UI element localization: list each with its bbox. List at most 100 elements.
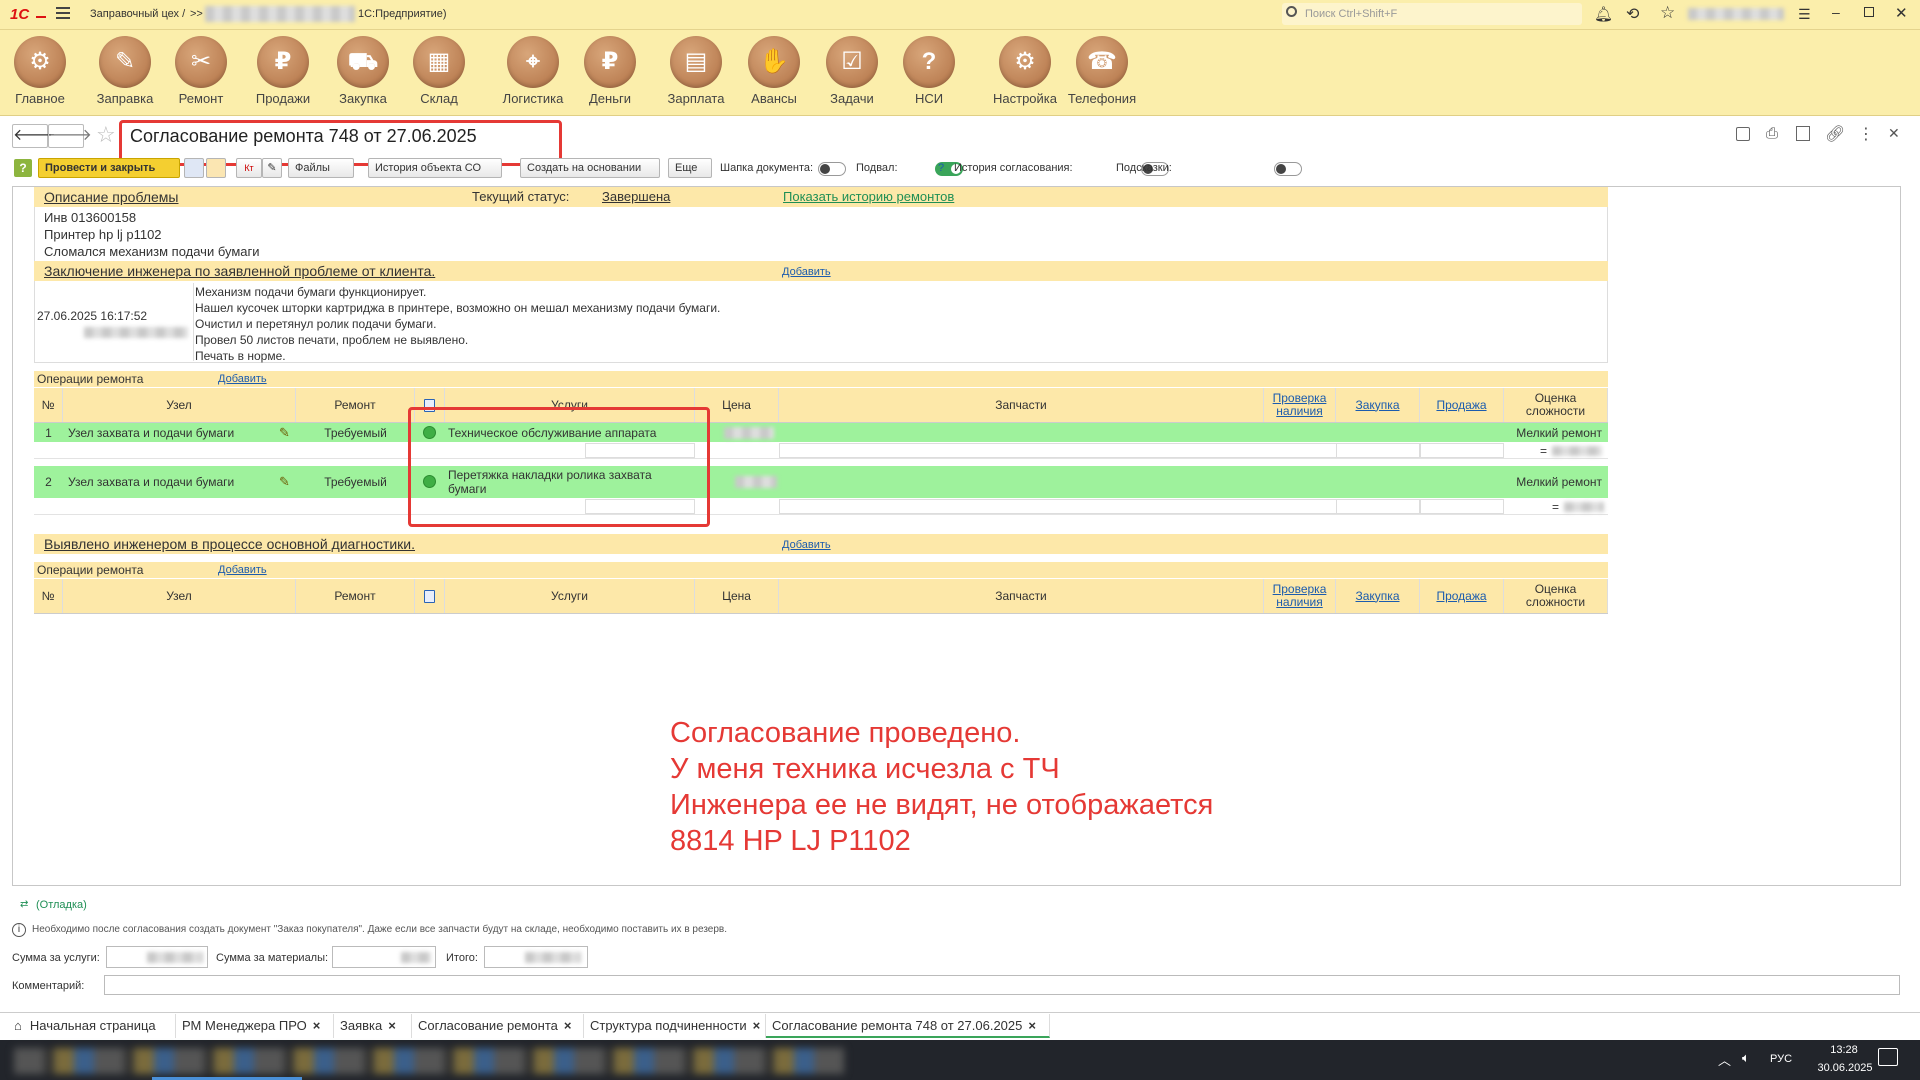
minimize-icon[interactable]: – (1832, 4, 1840, 20)
row-repair: Требуемый (324, 425, 387, 440)
section-wallet[interactable]: ▤ Зарплата (658, 36, 734, 114)
section-label: Склад (420, 91, 458, 106)
sum-materials-label: Сумма за материалы: (216, 952, 329, 964)
col-services-label: Услуги (551, 588, 588, 603)
col-check[interactable]: Проверка наличия (1264, 388, 1336, 422)
save-icon[interactable] (1736, 127, 1750, 141)
print-icon[interactable]: ⎙ (1766, 125, 1778, 142)
sum-services-field (106, 946, 208, 968)
sale-input[interactable] (1420, 499, 1504, 514)
section-settings[interactable]: ⚙ Настройка (985, 36, 1065, 114)
link-icon[interactable]: 🔗︎ (1825, 124, 1845, 144)
bookmark-star-icon[interactable]: ☆ (96, 122, 116, 148)
notifications-icon[interactable] (1878, 1048, 1898, 1066)
section-gears[interactable]: ⚙ Главное (10, 36, 70, 114)
favorites-star-icon[interactable]: ☆ (1660, 3, 1675, 23)
purchase-input[interactable] (1336, 443, 1420, 458)
preview-icon[interactable] (1796, 126, 1810, 141)
window-tab[interactable]: РМ Менеджера ПРО × (176, 1014, 334, 1038)
1c-logo[interactable]: 1С (10, 6, 29, 23)
forward-button[interactable]: 🡒 (48, 124, 92, 148)
help-icon[interactable]: ? (14, 159, 32, 177)
history-icon[interactable]: ⟲ (1626, 4, 1639, 24)
section-phone[interactable]: ☎ Телефония (1062, 36, 1142, 114)
purchase-input[interactable] (1336, 499, 1420, 514)
complexity-price-blurred (1552, 446, 1602, 456)
col-purchase[interactable]: Закупка (1336, 579, 1420, 613)
files-button[interactable]: Файлы (288, 158, 354, 178)
tab-close-icon[interactable]: × (313, 1018, 321, 1033)
post-icon-button[interactable] (184, 158, 204, 178)
keyboard-language[interactable]: РУС (1770, 1053, 1792, 1065)
volume-icon[interactable]: 🔈︎ (1742, 1050, 1750, 1066)
bell-icon[interactable]: 🔔︎ (1594, 5, 1613, 23)
section-printer-refill[interactable]: ✎ Заправка (89, 36, 161, 114)
found-add-link[interactable]: Добавить (782, 539, 831, 551)
section-hand-coin[interactable]: ✋ Авансы (744, 36, 804, 114)
settings-lines-icon[interactable]: ☰ (1798, 6, 1811, 23)
col-sale[interactable]: Продажа (1420, 579, 1504, 613)
section-tools[interactable]: ✂ Ремонт (171, 36, 231, 114)
main-menu-icon[interactable] (56, 7, 70, 19)
section-money-bag[interactable]: ₽ Деньги (580, 36, 640, 114)
section-reference[interactable]: ? НСИ (903, 36, 955, 114)
tab-close-icon[interactable]: × (388, 1018, 396, 1033)
window-tab[interactable]: ⌂ Начальная страница (4, 1014, 176, 1038)
app-name: Заправочный цех / (90, 8, 186, 20)
tab-close-icon[interactable]: × (564, 1018, 572, 1033)
window-tab[interactable]: Согласование ремонта × (412, 1014, 584, 1038)
window-tab[interactable]: Заявка × (334, 1014, 412, 1038)
window-tab[interactable]: Структура подчиненности × (584, 1014, 766, 1038)
col-num-label: № (41, 397, 55, 412)
window-tab[interactable]: Согласование ремонта 748 от 27.06.2025 × (766, 1014, 1050, 1038)
clock-time[interactable]: 13:28 (1818, 1044, 1870, 1056)
sale-icon: ₽ (257, 36, 309, 88)
clipboard-icon[interactable] (415, 579, 445, 613)
tab-close-icon[interactable]: × (753, 1018, 761, 1033)
kt-icon-button[interactable]: Кт (236, 158, 262, 178)
gears-icon: ⚙ (14, 36, 66, 88)
conclusion-line: Провел 50 листов печати, проблем не выяв… (195, 333, 469, 347)
close-form-icon[interactable]: ✕ (1888, 125, 1900, 142)
ops2-add-link[interactable]: Добавить (218, 564, 267, 576)
clock-date[interactable]: 30.06.2025 (1814, 1062, 1876, 1074)
post-and-close-button[interactable]: Провести и закрыть (38, 158, 180, 178)
pencil-icon[interactable]: ✎ (279, 425, 290, 441)
more-vertical-icon[interactable]: ⋮ (1858, 124, 1874, 144)
repair-history-link[interactable]: Показать историю ремонтов (783, 189, 954, 204)
object-history-button[interactable]: История объекта СО (368, 158, 502, 178)
section-cart[interactable]: ⛟ Закупка (330, 36, 396, 114)
col-check-label: Проверка наличия (1272, 582, 1327, 609)
status-value[interactable]: Завершена (602, 189, 670, 204)
sale-input[interactable] (1420, 443, 1504, 458)
more-button[interactable]: Еще (668, 158, 712, 178)
create-based-button[interactable]: Создать на основании (520, 158, 660, 178)
back-button[interactable]: 🡐 (12, 124, 56, 148)
col-purchase[interactable]: Закупка (1336, 388, 1420, 422)
close-icon[interactable]: ✕ (1895, 4, 1908, 22)
section-tasks[interactable]: ☑ Задачи (822, 36, 882, 114)
section-map[interactable]: ⌖ Логистика (491, 36, 575, 114)
col-check[interactable]: Проверка наличия (1264, 579, 1336, 613)
col-sale[interactable]: Продажа (1420, 388, 1504, 422)
parts-input[interactable] (779, 443, 1337, 458)
section-warehouse[interactable]: ▦ Склад (412, 36, 466, 114)
edit-icon-button[interactable]: ✎ (262, 158, 282, 178)
current-user-blurred (1688, 8, 1784, 20)
debug-link[interactable]: (Отладка) (36, 899, 87, 911)
hints-toggle[interactable] (1274, 161, 1303, 176)
tab-close-icon[interactable]: × (1028, 1018, 1036, 1033)
header-toggle[interactable] (818, 161, 846, 176)
col-parts-label: Запчасти (995, 397, 1047, 412)
ops1-add-link[interactable]: Добавить (218, 373, 267, 385)
restore-icon[interactable] (1864, 7, 1874, 17)
parts-input[interactable] (779, 499, 1337, 514)
hand-coin-icon: ✋ (748, 36, 800, 88)
comment-field[interactable] (104, 975, 1900, 995)
conclusion-add-link[interactable]: Добавить (782, 266, 831, 278)
section-sale[interactable]: ₽ Продажи (250, 36, 316, 114)
print-list-icon-button[interactable] (206, 158, 226, 178)
footer-help-link[interactable]: ? (938, 162, 944, 174)
pencil-icon[interactable]: ✎ (279, 474, 290, 490)
tray-chevron-icon[interactable]: ︿ (1718, 1050, 1731, 1069)
